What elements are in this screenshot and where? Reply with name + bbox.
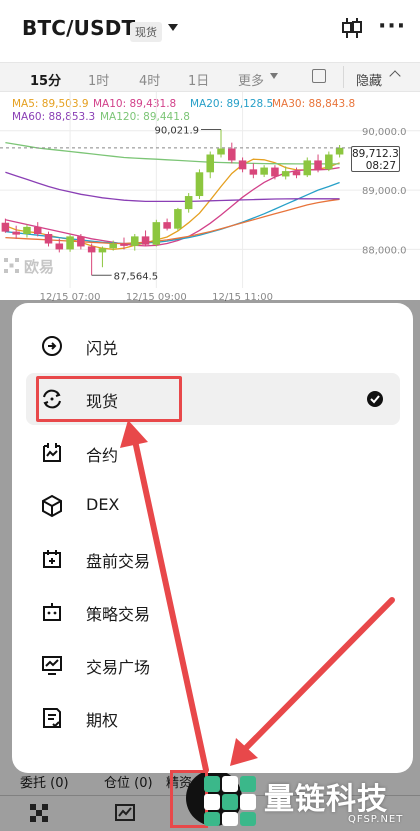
brand-watermark: 量链科技 QFSP.NET xyxy=(198,770,420,831)
annotation-arrows xyxy=(120,420,395,773)
brand-site: QFSP.NET xyxy=(348,814,404,825)
brand-name: 量链科技 xyxy=(264,782,388,817)
brand-logo-icon xyxy=(204,776,256,826)
